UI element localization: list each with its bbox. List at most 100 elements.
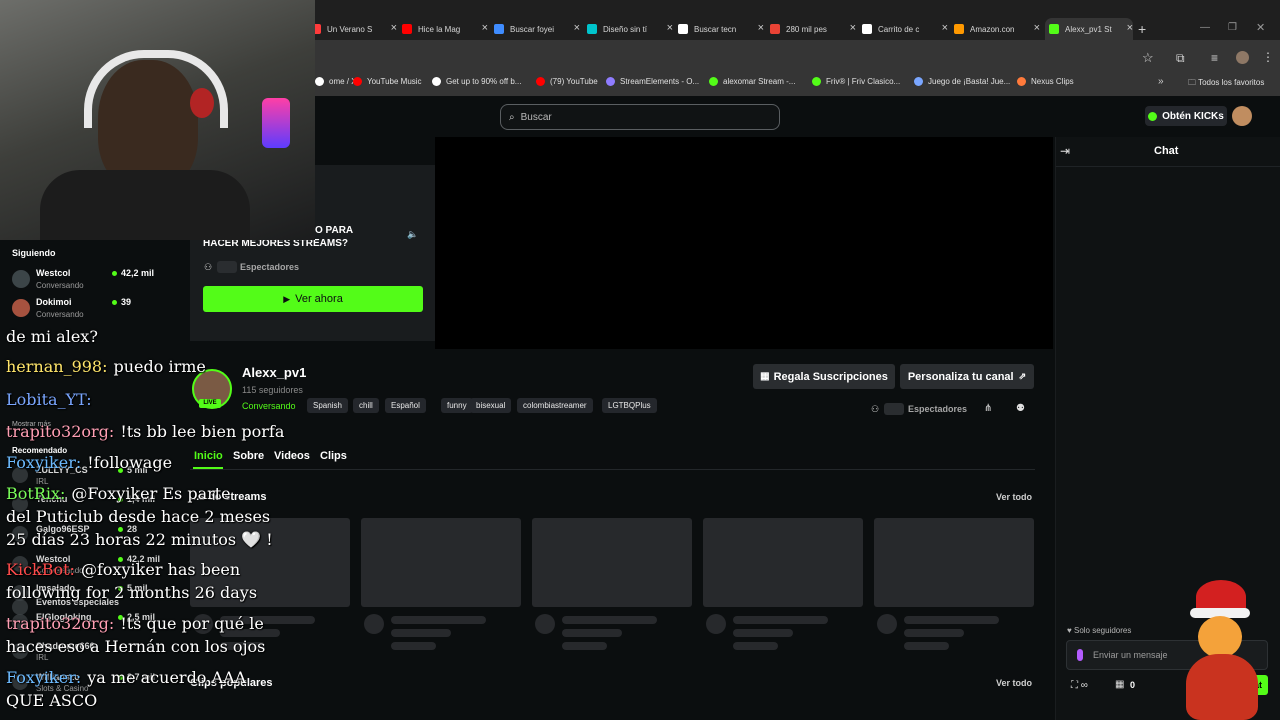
vod-thumbnail-placeholder[interactable] <box>703 518 863 607</box>
tab-close-icon[interactable]: × <box>391 22 397 34</box>
overlay-chat-separator: : <box>75 668 82 687</box>
overlay-chat-line: haces eso a Hernán con los ojos <box>6 637 265 656</box>
tab-close-icon[interactable]: × <box>482 22 488 34</box>
collapse-chat-icon[interactable]: ⇥ <box>1060 144 1070 158</box>
search-icon: ⌕ <box>509 111 515 123</box>
bookmark-label: Friv® | Friv Clasico... <box>826 77 901 86</box>
overlay-chat-text: 25 días 23 horas 22 minutos 🤍 ! <box>6 530 273 549</box>
recent-see-all[interactable]: Ver todo <box>996 492 1032 502</box>
bookmark-item[interactable]: StreamElements - O... <box>606 77 699 86</box>
browser-tab[interactable]: Carrito de c × <box>862 18 948 40</box>
popular-see-all[interactable]: Ver todo <box>996 678 1032 688</box>
following-viewers: 42,2 mil <box>112 268 154 278</box>
channel-tag[interactable]: chill <box>353 398 379 413</box>
browser-tab[interactable]: Un Verano S × <box>311 18 397 40</box>
channel-nav-tab[interactable]: Videos <box>274 450 310 462</box>
bookmark-favicon-icon <box>812 77 821 86</box>
rooster-body <box>1186 654 1258 720</box>
gift-chat-icon[interactable]: ▦ <box>1115 679 1124 690</box>
tab-close-icon[interactable]: × <box>942 22 948 34</box>
video-player[interactable] <box>435 137 1053 349</box>
overlay-chat-line: 25 días 23 horas 22 minutos 🤍 ! <box>6 530 273 549</box>
bookmark-item[interactable]: Juego de ¡Basta! Jue... <box>914 77 1010 86</box>
gift-subs-button[interactable]: ▦ Regala Suscripciones <box>753 364 895 389</box>
get-kicks-button[interactable]: Obtén KICKs <box>1145 106 1227 126</box>
overlay-chat-separator: : <box>86 390 92 409</box>
following-avatar[interactable] <box>12 299 30 317</box>
vod-thumbnail-placeholder[interactable] <box>874 518 1034 607</box>
browser-tab[interactable]: Alexx_pv1 St × <box>1045 18 1133 40</box>
extensions-icon[interactable]: ⧉ <box>1176 51 1185 66</box>
all-bookmarks[interactable]: 🗀 Todos los favoritos <box>1188 77 1264 91</box>
tab-favicon-icon <box>862 24 872 34</box>
minimize-icon[interactable]: — <box>1200 22 1210 33</box>
channel-tag[interactable]: LGTBQPlus <box>602 398 657 413</box>
browser-tab[interactable]: Diseño sin tí × <box>587 18 673 40</box>
bookmark-item[interactable]: Get up to 90% off b... <box>432 77 521 86</box>
close-window-icon[interactable]: ✕ <box>1256 21 1265 34</box>
overlay-chat-line: del Puticlub desde hace 2 meses <box>6 507 270 526</box>
all-bookmarks-label: Todos los favoritos <box>1198 78 1265 87</box>
volume-icon[interactable]: 🔈 <box>407 229 418 240</box>
customize-channel-button[interactable]: Personaliza tu canal ⇗ <box>900 364 1034 389</box>
restore-icon[interactable]: ❐ <box>1228 22 1237 33</box>
live-dot-icon <box>112 300 117 306</box>
bookmark-item[interactable]: (79) YouTube <box>536 77 598 86</box>
channel-tag[interactable]: bisexual <box>470 398 512 413</box>
live-badge: LIVE <box>199 399 221 408</box>
channel-nav-tab[interactable]: Clips <box>320 450 347 462</box>
profile-icon[interactable] <box>1236 51 1249 64</box>
bookmark-item[interactable]: Nexus Clips <box>1017 77 1074 86</box>
following-name[interactable]: Dokimoi <box>36 297 72 307</box>
bookmark-favicon-icon <box>709 77 718 86</box>
browser-tab[interactable]: 280 mil pes × <box>770 18 856 40</box>
channel-nav-tab[interactable]: Inicio <box>194 450 223 462</box>
tab-label: Buscar foyei <box>510 24 555 34</box>
vod-meta-placeholder <box>562 629 622 637</box>
overlay-chat-line: KickBot: @foxyiker has been <box>6 560 240 579</box>
browser-tab[interactable]: Buscar tecn × <box>678 18 764 40</box>
following-name[interactable]: Westcol <box>36 268 70 278</box>
webcam-overlay <box>0 0 315 240</box>
tab-close-icon[interactable]: × <box>667 22 673 34</box>
media-icon[interactable]: ≡ <box>1211 51 1218 65</box>
tab-close-icon[interactable]: × <box>850 22 856 34</box>
user-avatar[interactable] <box>1232 106 1252 126</box>
vod-thumbnail-placeholder[interactable] <box>361 518 521 607</box>
browser-tab[interactable]: Amazon.con × <box>954 18 1040 40</box>
bookmark-star-icon[interactable]: ☆ <box>1142 50 1154 66</box>
tab-close-icon[interactable]: × <box>1034 22 1040 34</box>
tab-close-icon[interactable]: × <box>758 22 764 34</box>
bookmark-item[interactable]: Friv® | Friv Clasico... <box>812 77 900 86</box>
channel-tag[interactable]: colombiastreamer <box>517 398 593 413</box>
share-icon[interactable]: ⋔ <box>984 403 992 414</box>
kick-points-icon[interactable]: ⛶ ∞ <box>1071 680 1088 691</box>
browser-menu-icon[interactable]: ⋮ <box>1262 50 1274 64</box>
search-input[interactable]: ⌕ Buscar <box>500 104 780 130</box>
following-avatar[interactable] <box>12 270 30 288</box>
vod-thumbnail-placeholder[interactable] <box>532 518 692 607</box>
overlay-chat-text: !ts que por qué le <box>120 614 264 633</box>
channel-tag[interactable]: Español <box>385 398 426 413</box>
browser-tab[interactable]: Hice la Mag × <box>402 18 488 40</box>
tab-close-icon[interactable]: × <box>574 22 580 34</box>
channel-tag[interactable]: Spanish <box>307 398 348 413</box>
bookmarks-overflow-icon[interactable]: » <box>1158 76 1164 87</box>
new-tab-button[interactable]: + <box>1138 21 1146 37</box>
bookmark-item[interactable]: alexomar Stream -... <box>709 77 795 86</box>
bookmark-item[interactable]: ome / X <box>315 77 357 86</box>
channel-nav-tab[interactable]: Sobre <box>233 450 264 462</box>
watch-now-button[interactable]: ▶ Ver ahora <box>203 286 423 312</box>
overlay-chat-text: puedo irme <box>113 357 206 376</box>
browser-tab[interactable]: Buscar foyei × <box>494 18 580 40</box>
channel-category[interactable]: Conversando <box>242 401 296 411</box>
tab-label: Alexx_pv1 St <box>1065 24 1112 34</box>
tab-close-icon[interactable]: × <box>1127 22 1133 34</box>
channel-tag[interactable]: funny <box>441 398 473 413</box>
mic-icon[interactable] <box>1077 649 1083 661</box>
overlay-chat-line: trapito32org: !ts bb lee bien porfa <box>6 422 284 441</box>
follow-user-icon[interactable]: ⚉ <box>1016 403 1025 414</box>
gift-icon: ▦ <box>760 371 770 382</box>
bookmark-item[interactable]: YouTube Music <box>353 77 422 86</box>
tab-favicon-icon <box>1049 24 1059 34</box>
